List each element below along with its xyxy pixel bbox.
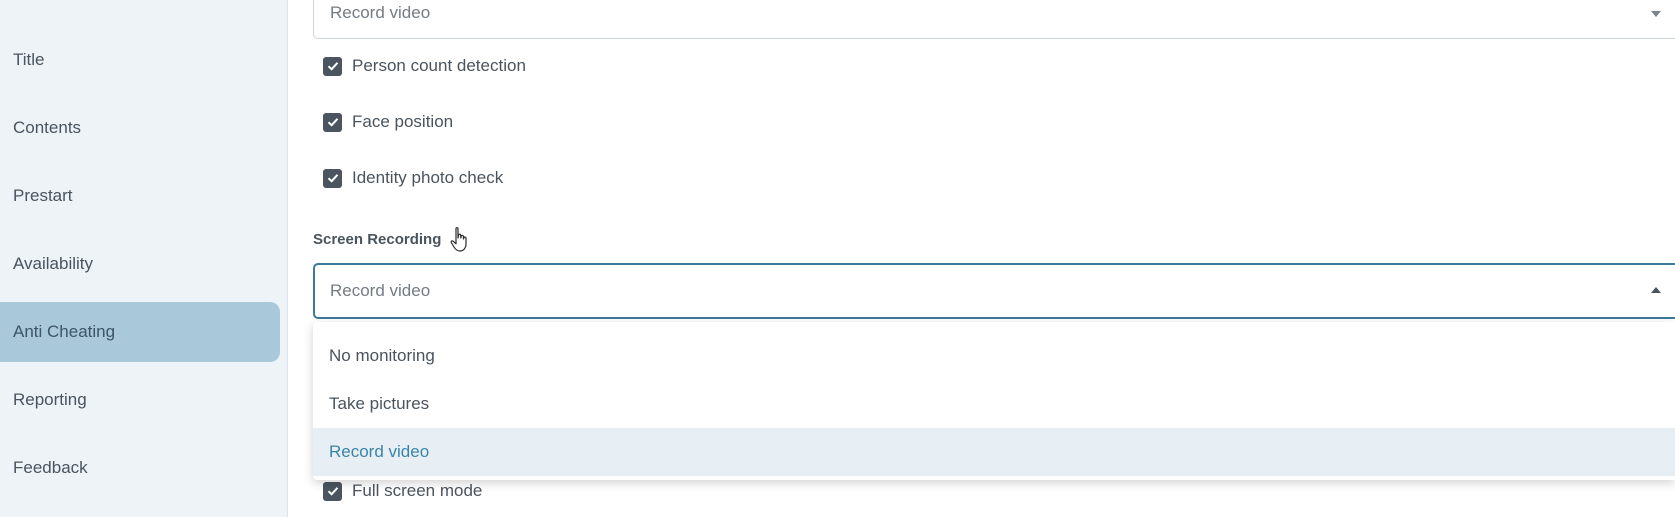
sidebar-item-reporting[interactable]: Reporting (0, 370, 280, 430)
screen-recording-select[interactable]: Record video (313, 263, 1675, 319)
checkbox-label: Person count detection (352, 56, 526, 75)
main-content: Record video Person count detection Face… (289, 0, 1675, 517)
full-screen-checkbox[interactable] (323, 481, 342, 501)
sidebar-item-feedback[interactable]: Feedback (0, 438, 280, 498)
option-record-video[interactable]: Record video (313, 428, 1675, 476)
checkbox-label: Face position (352, 112, 454, 131)
sidebar-item-label: Title (13, 50, 45, 69)
sidebar-item-title[interactable]: Title (0, 30, 280, 90)
screen-recording-label: Screen Recording (313, 231, 442, 248)
sidebar-item-label: Feedback (13, 458, 88, 477)
identity-photo-row: Identity photo check (323, 168, 503, 188)
sidebar-item-availability[interactable]: Availability (0, 234, 280, 294)
person-count-row: Person count detection (323, 56, 526, 76)
checkbox-label: Identity photo check (352, 168, 504, 187)
sidebar-item-label: Reporting (13, 390, 87, 409)
checkmark-icon (327, 487, 338, 496)
full-screen-row: Full screen mode (323, 481, 482, 501)
sidebar-item-contents[interactable]: Contents (0, 98, 280, 158)
checkmark-icon (327, 62, 338, 71)
face-position-row: Face position (323, 112, 453, 132)
checkmark-icon (327, 118, 338, 127)
identity-photo-checkbox[interactable] (323, 168, 342, 188)
sidebar-item-label: Anti Cheating (13, 322, 116, 341)
sidebar-item-prestart[interactable]: Prestart (0, 166, 280, 226)
checkmark-icon (327, 174, 338, 183)
chevron-up-icon (1651, 287, 1661, 293)
select-value: Record video (330, 2, 431, 22)
face-position-checkbox[interactable] (323, 112, 342, 132)
sidebar-item-label: Prestart (13, 186, 73, 205)
select-value: Record video (330, 281, 431, 300)
person-count-checkbox[interactable] (323, 56, 342, 76)
sidebar-item-label: Availability (13, 254, 94, 273)
webcam-monitoring-select[interactable]: Record video (313, 0, 1675, 39)
option-no-monitoring[interactable]: No monitoring (313, 332, 1675, 380)
chevron-down-icon (1651, 11, 1661, 17)
screen-recording-dropdown: No monitoring Take pictures Record video (313, 322, 1675, 480)
sidebar-item-anti-cheating[interactable]: Anti Cheating (0, 302, 280, 362)
checkbox-label: Full screen mode (352, 481, 483, 500)
option-take-pictures[interactable]: Take pictures (313, 380, 1675, 428)
sidebar-item-label: Contents (13, 118, 82, 137)
hand-pointer-icon (450, 227, 467, 252)
sidebar: Title Contents Prestart Availability Ant… (0, 0, 288, 517)
